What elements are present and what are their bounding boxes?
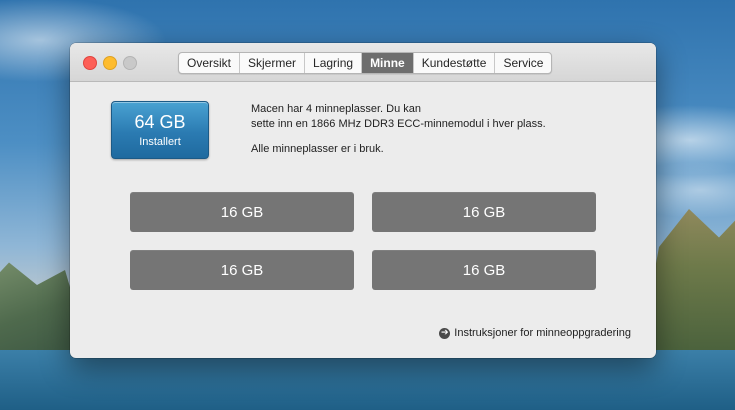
- memory-description-line1: Macen har 4 minneplasser. Du kan: [251, 103, 421, 115]
- memory-slot-1: 16 GB: [130, 192, 354, 232]
- tab-skjermer[interactable]: Skjermer: [240, 53, 306, 73]
- tab-minne[interactable]: Minne: [362, 53, 414, 73]
- memory-status: Alle minneplasser er i bruk.: [251, 143, 384, 155]
- tab-kundestotte[interactable]: Kundestøtte: [414, 53, 496, 73]
- tab-lagring[interactable]: Lagring: [305, 53, 363, 73]
- memory-upgrade-instructions-label: Instruksjoner for minneoppgradering: [454, 327, 631, 339]
- tab-service[interactable]: Service: [495, 53, 551, 73]
- memory-description-line2: sette inn en 1866 MHz DDR3 ECC-minnemodu…: [251, 118, 546, 130]
- tab-oversikt[interactable]: Oversikt: [179, 53, 241, 73]
- close-window-button[interactable]: [83, 56, 97, 70]
- memory-total-badge: 64 GB Installert: [111, 101, 209, 159]
- memory-slot-4: 16 GB: [372, 250, 596, 290]
- memory-installed-label: Installert: [139, 136, 181, 148]
- zoom-window-button: [123, 56, 137, 70]
- memory-slot-3: 16 GB: [130, 250, 354, 290]
- memory-upgrade-instructions-link[interactable]: ➔ Instruksjoner for minneoppgradering: [439, 327, 631, 339]
- wallpaper-lake: [0, 350, 735, 410]
- title-bar: Oversikt Skjermer Lagring Minne Kundestø…: [70, 43, 656, 82]
- memory-slot-2: 16 GB: [372, 192, 596, 232]
- arrow-circle-icon: ➔: [439, 327, 451, 339]
- memory-info: Macen har 4 minneplasser. Du kan sette i…: [251, 102, 631, 157]
- memory-total-size: 64 GB: [134, 112, 186, 132]
- about-this-mac-window: Oversikt Skjermer Lagring Minne Kundestø…: [70, 43, 656, 358]
- tab-bar: Oversikt Skjermer Lagring Minne Kundestø…: [178, 52, 553, 74]
- minimize-window-button[interactable]: [103, 56, 117, 70]
